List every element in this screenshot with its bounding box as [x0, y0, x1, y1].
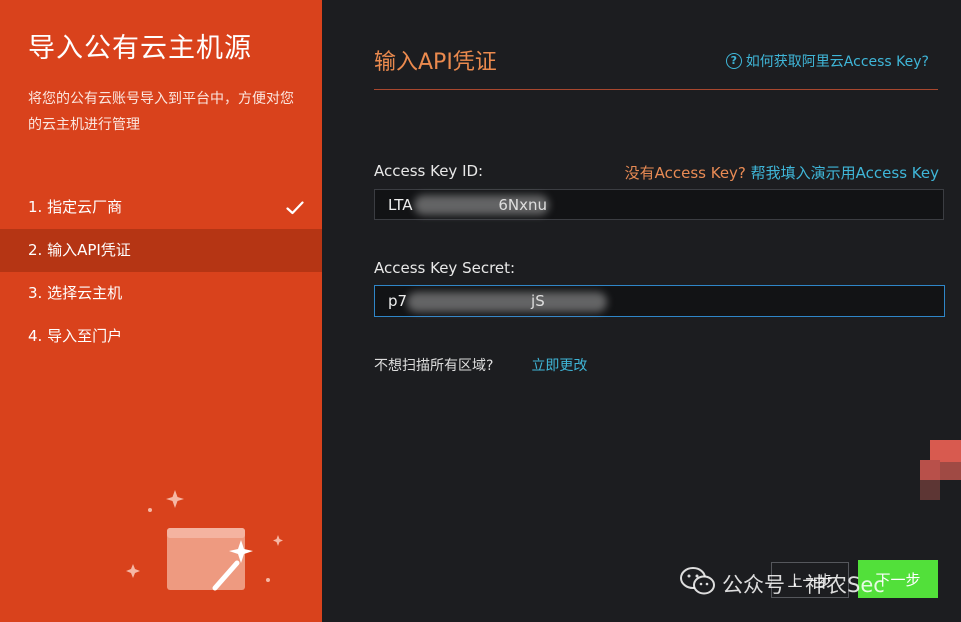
- access-key-secret-label: Access Key Secret:: [374, 259, 516, 277]
- sidebar-title: 导入公有云主机源: [28, 33, 252, 64]
- change-region-link[interactable]: 立即更改: [531, 358, 587, 374]
- title-divider: [374, 89, 938, 90]
- step-list: 1. 指定云厂商 2. 输入API凭证 3. 选择云主机 4. 导入至门户: [0, 186, 322, 358]
- access-key-id-label: Access Key ID:: [374, 162, 484, 180]
- question-circle-icon: ?: [725, 53, 742, 69]
- previous-button[interactable]: 上一步: [771, 562, 849, 598]
- main-panel: 输入API凭证 ? 如何获取阿里云Access Key? Access Key …: [322, 0, 961, 622]
- decorative-blocks: [920, 440, 961, 500]
- fill-demo-key-link[interactable]: 帮我填入演示用Access Key: [751, 164, 939, 182]
- step-1-vendor[interactable]: 1. 指定云厂商: [0, 186, 322, 229]
- step-4-import-portal[interactable]: 4. 导入至门户: [0, 315, 322, 358]
- step-2-api-credentials[interactable]: 2. 输入API凭证: [0, 229, 322, 272]
- sidebar-description: 将您的公有云账号导入到平台中，方便对您的云主机进行管理: [28, 91, 294, 133]
- next-button[interactable]: 下一步: [858, 560, 938, 598]
- check-icon: [286, 186, 304, 229]
- access-key-id-input[interactable]: [374, 189, 944, 220]
- access-key-secret-input[interactable]: [374, 285, 945, 317]
- help-link[interactable]: ? 如何获取阿里云Access Key?: [725, 51, 929, 71]
- step-label: 3. 选择云主机: [28, 284, 123, 302]
- region-question: 不想扫描所有区域?: [374, 358, 494, 374]
- help-link-text: 如何获取阿里云Access Key?: [745, 54, 929, 70]
- region-row: 不想扫描所有区域? 立即更改: [374, 355, 587, 375]
- step-label: 2. 输入API凭证: [28, 241, 131, 259]
- page-title: 输入API凭证: [374, 50, 497, 75]
- step-3-select-hosts[interactable]: 3. 选择云主机: [0, 272, 322, 315]
- no-key-question: 没有Access Key?: [624, 164, 746, 182]
- sidebar: 导入公有云主机源 将您的公有云账号导入到平台中，方便对您的云主机进行管理 1. …: [0, 0, 322, 622]
- step-label: 4. 导入至门户: [28, 327, 123, 345]
- magic-wand-window-icon: [120, 480, 290, 622]
- demo-key-hint: 没有Access Key? 帮我填入演示用Access Key: [625, 162, 939, 183]
- step-label: 1. 指定云厂商: [28, 198, 123, 216]
